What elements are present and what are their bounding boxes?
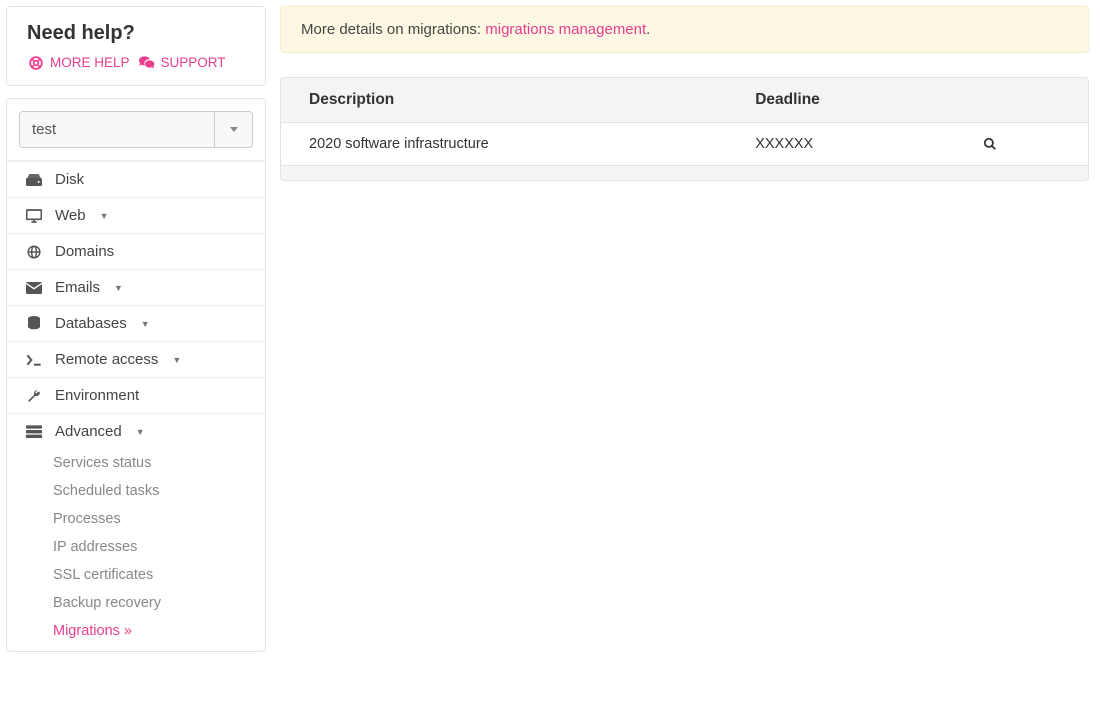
sidebar-label: Advanced — [55, 423, 122, 440]
sidebar-label: Remote access — [55, 351, 158, 368]
subnav-processes[interactable]: Processes — [7, 505, 265, 533]
col-deadline: Deadline — [727, 78, 955, 123]
alert-link[interactable]: migrations management — [485, 21, 646, 38]
col-description: Description — [281, 78, 727, 123]
monitor-icon — [25, 209, 43, 223]
sidebar-item-domains[interactable]: Domains — [7, 234, 265, 269]
support-label: SUPPORT — [161, 55, 226, 70]
table-row: 2020 software infrastructure XXXXXX — [281, 123, 1088, 166]
view-button[interactable] — [983, 137, 1060, 151]
subnav-migrations[interactable]: Migrations » — [7, 617, 265, 645]
caret-down-icon: ▼ — [172, 355, 181, 365]
sidebar-label: Domains — [55, 243, 114, 260]
more-help-label: MORE HELP — [50, 55, 130, 70]
help-title: Need help? — [27, 22, 245, 45]
cell-description: 2020 software infrastructure — [281, 123, 727, 166]
migrations-table: Description Deadline 2020 software infra… — [280, 77, 1089, 181]
help-panel: Need help? MORE HELP SUPPORT — [6, 6, 266, 86]
subnav-ip[interactable]: IP addresses — [7, 533, 265, 561]
caret-down-icon: ▼ — [100, 211, 109, 221]
database-icon — [25, 316, 43, 332]
hdd-icon — [25, 174, 43, 186]
alert-suffix: . — [646, 21, 650, 38]
sidebar-label: Databases — [55, 315, 127, 332]
sidebar-label: Environment — [55, 387, 139, 404]
sidebar-label: Disk — [55, 171, 84, 188]
terminal-icon — [25, 354, 43, 366]
search-icon — [983, 137, 1060, 151]
sidebar-item-remote[interactable]: Remote access ▼ — [7, 342, 265, 377]
life-ring-icon — [27, 56, 45, 70]
col-actions — [955, 78, 1088, 123]
sidebar-item-web[interactable]: Web ▼ — [7, 198, 265, 233]
sidebar-label: Emails — [55, 279, 100, 296]
globe-icon — [25, 245, 43, 259]
account-selector[interactable]: test — [19, 111, 253, 148]
sidebar-item-environment[interactable]: Environment — [7, 378, 265, 413]
sidebar-item-disk[interactable]: Disk — [7, 162, 265, 197]
envelope-icon — [25, 282, 43, 294]
info-alert: More details on migrations: migrations m… — [280, 6, 1089, 53]
account-selector-caret[interactable] — [214, 112, 252, 147]
subnav-services[interactable]: Services status — [7, 449, 265, 477]
subnav-ssl[interactable]: SSL certificates — [7, 561, 265, 589]
chat-icon — [138, 56, 156, 70]
sidebar-item-emails[interactable]: Emails ▼ — [7, 270, 265, 305]
subnav-scheduled[interactable]: Scheduled tasks — [7, 477, 265, 505]
subnav-backup[interactable]: Backup recovery — [7, 589, 265, 617]
server-icon — [25, 425, 43, 439]
caret-down-icon — [230, 127, 238, 132]
cell-deadline: XXXXXX — [727, 123, 955, 166]
account-selector-value[interactable]: test — [20, 112, 214, 147]
sidebar-item-databases[interactable]: Databases ▼ — [7, 306, 265, 341]
support-link[interactable]: SUPPORT — [138, 55, 226, 70]
wrench-icon — [25, 389, 43, 403]
caret-down-icon: ▼ — [136, 427, 145, 437]
sidebar: test Disk Web ▼ — [6, 98, 266, 652]
sidebar-label: Web — [55, 207, 86, 224]
more-help-link[interactable]: MORE HELP — [27, 55, 130, 70]
caret-down-icon: ▼ — [141, 319, 150, 329]
alert-prefix: More details on migrations: — [301, 21, 485, 38]
caret-down-icon: ▼ — [114, 283, 123, 293]
sidebar-item-advanced[interactable]: Advanced ▼ — [7, 414, 265, 449]
